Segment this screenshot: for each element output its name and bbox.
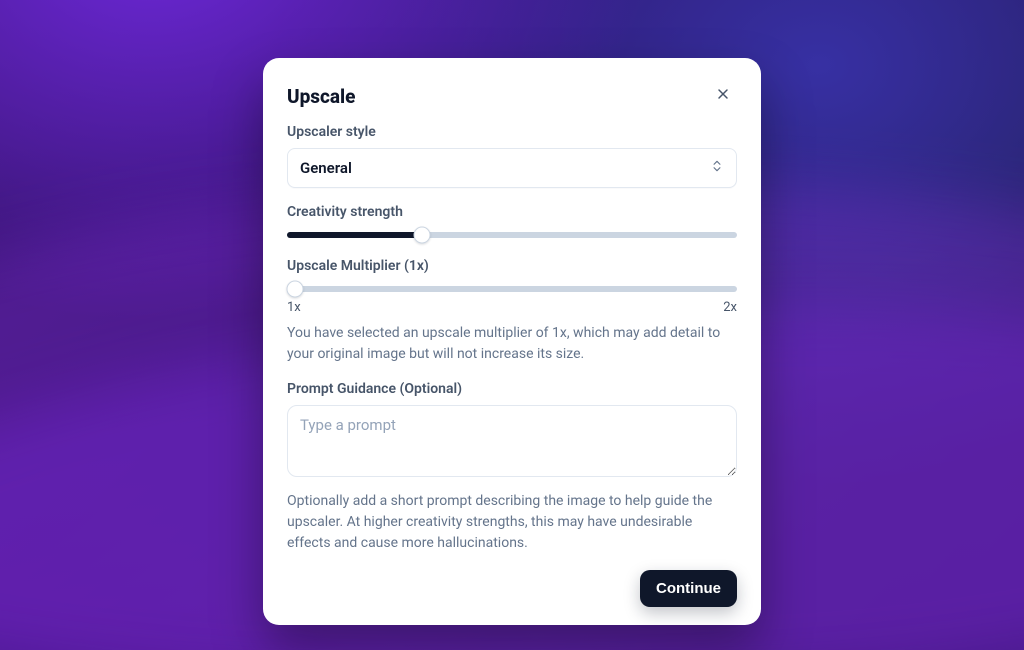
creativity-slider[interactable]: [287, 228, 737, 242]
continue-button[interactable]: Continue: [640, 570, 737, 607]
multiplier-track: [287, 286, 737, 292]
close-button[interactable]: [709, 82, 737, 110]
multiplier-max-label: 2x: [723, 300, 737, 315]
upscaler-style-section: Upscaler style General: [287, 124, 737, 188]
creativity-label: Creativity strength: [287, 204, 737, 220]
prompt-hint: Optionally add a short prompt describing…: [287, 491, 737, 554]
prompt-label: Prompt Guidance (Optional): [287, 381, 737, 397]
desktop-wallpaper: Upscale Upscaler style General Creativit…: [0, 0, 1024, 650]
multiplier-min-label: 1x: [287, 300, 301, 315]
multiplier-hint: You have selected an upscale multiplier …: [287, 323, 737, 365]
multiplier-section: Upscale Multiplier (1x) 1x 2x You have s…: [287, 258, 737, 365]
multiplier-thumb[interactable]: [287, 281, 304, 298]
multiplier-label: Upscale Multiplier (1x): [287, 258, 737, 274]
multiplier-slider[interactable]: [287, 282, 737, 296]
modal-title: Upscale: [287, 85, 356, 108]
creativity-thumb[interactable]: [414, 227, 431, 244]
prompt-textarea[interactable]: [287, 405, 737, 477]
close-icon: [715, 86, 731, 106]
upscaler-style-select[interactable]: General: [287, 148, 737, 188]
upscaler-style-value: General: [300, 159, 352, 177]
modal-footer: Continue: [287, 570, 737, 607]
prompt-section: Prompt Guidance (Optional) Optionally ad…: [287, 381, 737, 554]
modal-header: Upscale: [287, 82, 737, 110]
creativity-fill: [287, 232, 422, 238]
chevron-up-down-icon: [710, 159, 724, 177]
upscale-modal: Upscale Upscaler style General Creativit…: [263, 58, 761, 625]
creativity-section: Creativity strength: [287, 204, 737, 242]
multiplier-range-labels: 1x 2x: [287, 300, 737, 315]
upscaler-style-label: Upscaler style: [287, 124, 737, 140]
